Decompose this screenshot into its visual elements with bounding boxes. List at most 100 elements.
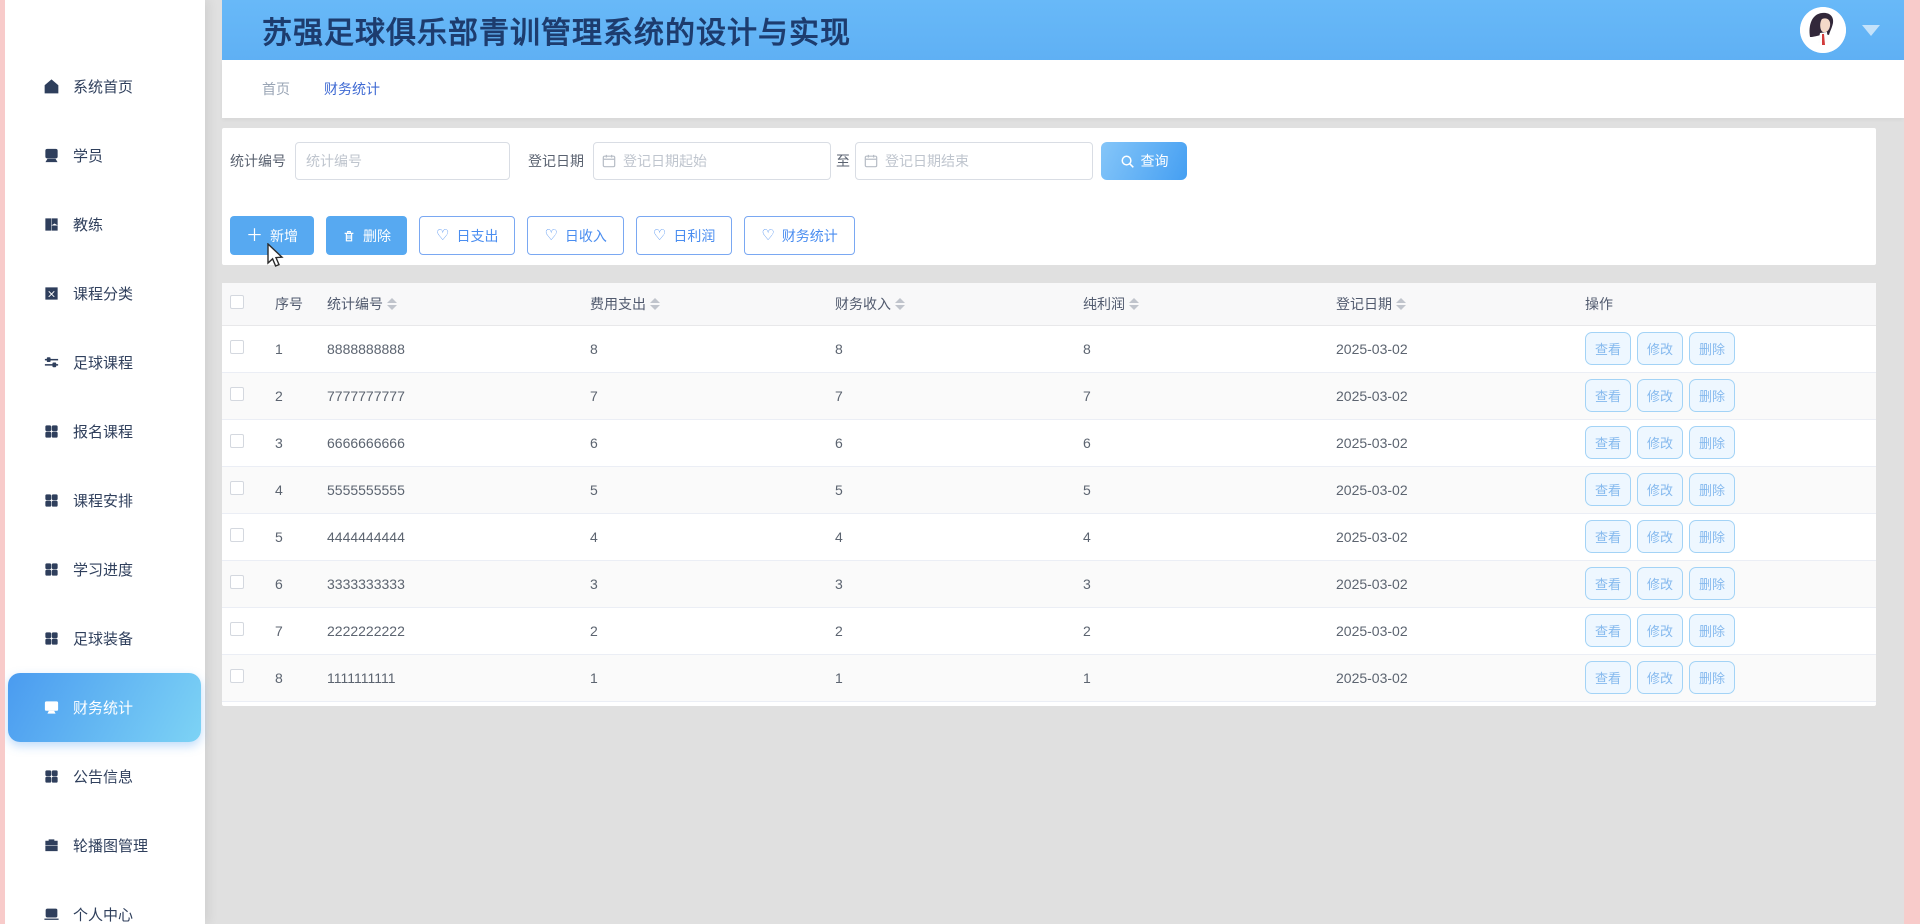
table-head: 序号统计编号费用支出财务收入纯利润登记日期操作 bbox=[222, 283, 1876, 325]
sidebar-item-label: 报名课程 bbox=[73, 421, 133, 442]
grid-icon bbox=[43, 561, 60, 578]
delete-row-button[interactable]: 删除 bbox=[1689, 614, 1735, 647]
sidebar-item-course-schedule[interactable]: 课程安排 bbox=[5, 466, 205, 535]
date-start-input[interactable] bbox=[593, 142, 831, 180]
delete-row-button[interactable]: 删除 bbox=[1689, 332, 1735, 365]
sort-caret-icon[interactable] bbox=[895, 298, 905, 310]
code-input[interactable] bbox=[295, 142, 510, 180]
cell-code: 3333333333 bbox=[322, 560, 585, 607]
sidebar-item-enroll-course[interactable]: 报名课程 bbox=[5, 397, 205, 466]
edit-button[interactable]: 修改 bbox=[1637, 426, 1683, 459]
delete-row-button[interactable]: 删除 bbox=[1689, 473, 1735, 506]
sidebar-item-finance-stats[interactable]: 财务统计 bbox=[8, 673, 201, 742]
sort-caret-icon[interactable] bbox=[387, 298, 397, 310]
delete-row-button[interactable]: 删除 bbox=[1689, 661, 1735, 694]
date-start-field[interactable] bbox=[616, 153, 822, 169]
column-header[interactable]: 费用支出 bbox=[585, 283, 830, 325]
sidebar-item-home[interactable]: 系统首页 bbox=[5, 52, 205, 121]
edit-button[interactable]: 修改 bbox=[1637, 661, 1683, 694]
date-label: 登记日期 bbox=[528, 151, 584, 171]
column-header[interactable]: 登记日期 bbox=[1331, 283, 1580, 325]
view-button[interactable]: 查看 bbox=[1585, 567, 1631, 600]
delete-row-button[interactable]: 删除 bbox=[1689, 379, 1735, 412]
select-all-checkbox[interactable] bbox=[230, 295, 244, 309]
breadcrumb-item-1[interactable]: 财务统计 bbox=[324, 79, 380, 99]
daily-profit-button[interactable]: ♡日利润 bbox=[636, 216, 732, 255]
edit-button[interactable]: 修改 bbox=[1637, 614, 1683, 647]
trash-icon bbox=[342, 229, 356, 243]
sidebar-item-carousel[interactable]: 轮播图管理 bbox=[5, 811, 205, 880]
coach-icon bbox=[43, 216, 60, 233]
category-icon bbox=[43, 285, 60, 302]
chevron-down-icon[interactable] bbox=[1862, 25, 1880, 36]
row-checkbox[interactable] bbox=[230, 481, 244, 495]
cell-code: 6666666666 bbox=[322, 419, 585, 466]
delete-row-button[interactable]: 删除 bbox=[1689, 426, 1735, 459]
date-end-input[interactable] bbox=[855, 142, 1093, 180]
row-actions: 查看修改删除 bbox=[1585, 661, 1871, 694]
view-button[interactable]: 查看 bbox=[1585, 379, 1631, 412]
sidebar-item-learning-progress[interactable]: 学习进度 bbox=[5, 535, 205, 604]
edit-button[interactable]: 修改 bbox=[1637, 473, 1683, 506]
row-actions: 查看修改删除 bbox=[1585, 426, 1871, 459]
view-button[interactable]: 查看 bbox=[1585, 661, 1631, 694]
cell-profit: 2 bbox=[1078, 607, 1331, 654]
column-header[interactable]: 统计编号 bbox=[322, 283, 585, 325]
delete-row-button[interactable]: 删除 bbox=[1689, 567, 1735, 600]
sidebar-item-personal-center[interactable]: 个人中心 bbox=[5, 880, 205, 924]
delete-button[interactable]: 删除 bbox=[326, 216, 407, 255]
sidebar-item-label: 课程分类 bbox=[73, 283, 133, 304]
heart-icon: ♡ bbox=[761, 228, 774, 243]
row-checkbox[interactable] bbox=[230, 622, 244, 636]
query-button[interactable]: 查询 bbox=[1101, 142, 1187, 180]
cell-code: 7777777777 bbox=[322, 372, 585, 419]
sort-caret-icon[interactable] bbox=[1129, 298, 1139, 310]
sidebar-item-football-course[interactable]: 足球课程 bbox=[5, 328, 205, 397]
view-button[interactable]: 查看 bbox=[1585, 473, 1631, 506]
cell-date: 2025-03-02 bbox=[1331, 325, 1580, 372]
row-checkbox[interactable] bbox=[230, 669, 244, 683]
add-button[interactable]: ＋ 新增 bbox=[230, 216, 314, 255]
view-button[interactable]: 查看 bbox=[1585, 332, 1631, 365]
heart-icon: ♡ bbox=[436, 228, 449, 243]
table-row: 366666666666662025-03-02查看修改删除 bbox=[222, 419, 1876, 466]
sidebar-item-label: 课程安排 bbox=[73, 490, 133, 511]
view-button[interactable]: 查看 bbox=[1585, 520, 1631, 553]
app-header: 苏强足球俱乐部青训管理系统的设计与实现 bbox=[222, 0, 1904, 60]
edit-button[interactable]: 修改 bbox=[1637, 379, 1683, 412]
edit-button[interactable]: 修改 bbox=[1637, 332, 1683, 365]
daily-income-button[interactable]: ♡日收入 bbox=[527, 216, 623, 255]
sidebar-item-students[interactable]: 学员 bbox=[5, 121, 205, 190]
date-end-field[interactable] bbox=[878, 153, 1084, 169]
row-actions: 查看修改删除 bbox=[1585, 332, 1871, 365]
sidebar-item-label: 足球课程 bbox=[73, 352, 133, 373]
row-checkbox[interactable] bbox=[230, 434, 244, 448]
delete-row-button[interactable]: 删除 bbox=[1689, 520, 1735, 553]
sidebar-item-coaches[interactable]: 教练 bbox=[5, 190, 205, 259]
finance-stats-button[interactable]: ♡财务统计 bbox=[744, 216, 854, 255]
avatar[interactable] bbox=[1800, 7, 1846, 53]
row-checkbox[interactable] bbox=[230, 387, 244, 401]
daily-expense-button[interactable]: ♡日支出 bbox=[419, 216, 515, 255]
row-checkbox[interactable] bbox=[230, 340, 244, 354]
sort-caret-icon[interactable] bbox=[650, 298, 660, 310]
cell-no: 8 bbox=[270, 654, 322, 701]
view-button[interactable]: 查看 bbox=[1585, 426, 1631, 459]
sidebar-item-announcements[interactable]: 公告信息 bbox=[5, 742, 205, 811]
row-actions: 查看修改删除 bbox=[1585, 473, 1871, 506]
breadcrumb-item-0[interactable]: 首页 bbox=[262, 79, 290, 99]
row-checkbox[interactable] bbox=[230, 575, 244, 589]
cell-code: 4444444444 bbox=[322, 513, 585, 560]
edit-button[interactable]: 修改 bbox=[1637, 520, 1683, 553]
column-header[interactable]: 财务收入 bbox=[830, 283, 1078, 325]
edit-button[interactable]: 修改 bbox=[1637, 567, 1683, 600]
sort-caret-icon[interactable] bbox=[1396, 298, 1406, 310]
sidebar-item-football-equipment[interactable]: 足球装备 bbox=[5, 604, 205, 673]
view-button[interactable]: 查看 bbox=[1585, 614, 1631, 647]
row-checkbox[interactable] bbox=[230, 528, 244, 542]
table-row: 811111111111112025-03-02查看修改删除 bbox=[222, 654, 1876, 701]
sidebar-item-course-category[interactable]: 课程分类 bbox=[5, 259, 205, 328]
column-header[interactable]: 纯利润 bbox=[1078, 283, 1331, 325]
to-label: 至 bbox=[836, 151, 850, 171]
page-title: 苏强足球俱乐部青训管理系统的设计与实现 bbox=[262, 8, 851, 52]
